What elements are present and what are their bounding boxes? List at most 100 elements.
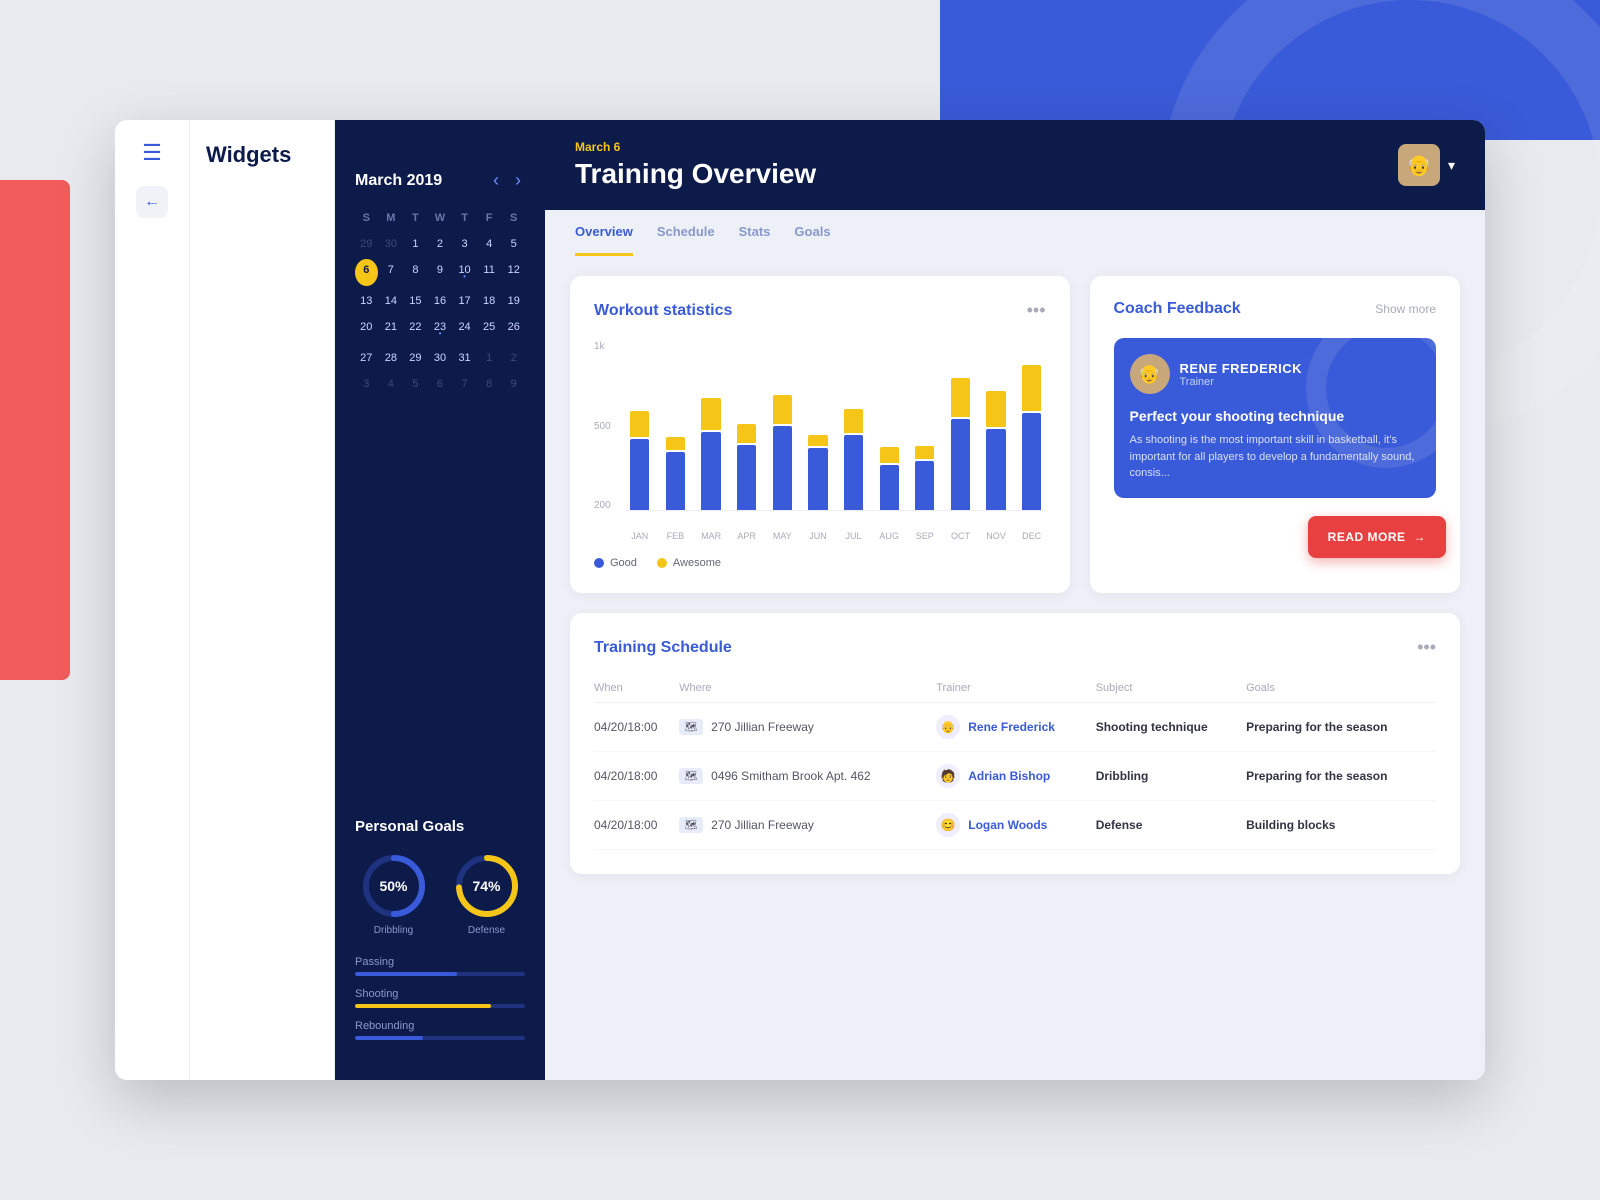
cal-cell[interactable]: 20 xyxy=(355,316,378,343)
cal-cell[interactable]: 7 xyxy=(453,373,476,395)
cal-cell[interactable]: 22 xyxy=(404,316,427,343)
cal-cell[interactable]: 7 xyxy=(380,259,403,286)
cal-cell[interactable]: 2 xyxy=(429,233,452,255)
where-text: 270 Jillian Freeway xyxy=(711,720,814,734)
cal-cell[interactable]: 27 xyxy=(355,347,378,369)
schedule-where: 🗺 270 Jillian Freeway xyxy=(679,703,936,752)
col-subject: Subject xyxy=(1096,674,1246,703)
cal-day-F: F xyxy=(478,207,501,229)
cal-cell[interactable]: 8 xyxy=(478,373,501,395)
cal-cell[interactable]: 13 xyxy=(355,290,378,312)
calendar-day-headers: S M T W T F S xyxy=(355,207,525,229)
cal-cell[interactable]: 26 xyxy=(502,316,525,343)
schedule-dots-menu[interactable]: ••• xyxy=(1417,637,1436,658)
col-trainer: Trainer xyxy=(936,674,1095,703)
cal-cell[interactable]: 1 xyxy=(404,233,427,255)
schedule-where: 🗺 0496 Smitham Brook Apt. 462 xyxy=(679,752,936,801)
chart-x-label: NOV xyxy=(982,531,1010,541)
coach-show-more[interactable]: Show more xyxy=(1375,302,1436,316)
workout-dots-menu[interactable]: ••• xyxy=(1027,300,1046,321)
legend-awesome-dot xyxy=(657,558,667,568)
legend-awesome-label: Awesome xyxy=(673,557,721,569)
cal-cell[interactable]: 1 xyxy=(478,347,501,369)
cal-cell[interactable]: 17 xyxy=(453,290,476,312)
schedule-row: 04/20/18:00 🗺 270 Jillian Freeway 👴 Rene… xyxy=(594,703,1436,752)
cal-cell[interactable]: 25 xyxy=(478,316,501,343)
cal-day-S1: S xyxy=(355,207,378,229)
chart-x-label: JUL xyxy=(840,531,868,541)
sidebar: March 2019 ‹ › S M T W T F S xyxy=(335,120,545,1080)
cal-cell[interactable]: 31 xyxy=(453,347,476,369)
defense-pct: 74% xyxy=(472,878,500,894)
rebounding-label: Rebounding xyxy=(355,1020,525,1032)
cal-cell[interactable]: 30 xyxy=(380,233,403,255)
cal-cell[interactable]: 24 xyxy=(453,316,476,343)
cal-cell[interactable]: 9 xyxy=(502,373,525,395)
trainer-name[interactable]: Rene Frederick xyxy=(968,720,1055,734)
cal-cell[interactable]: 5 xyxy=(404,373,427,395)
bar-awesome xyxy=(773,395,792,424)
cal-cell[interactable]: 5 xyxy=(502,233,525,255)
bar-good xyxy=(986,429,1005,510)
bar-good xyxy=(773,426,792,511)
schedule-row: 04/20/18:00 🗺 0496 Smitham Brook Apt. 46… xyxy=(594,752,1436,801)
defense-circle-text: 74% xyxy=(472,878,500,894)
cal-cell[interactable]: 19 xyxy=(502,290,525,312)
schedule-trainer: 🧑 Adrian Bishop xyxy=(936,752,1095,801)
cal-cell[interactable]: 16 xyxy=(429,290,452,312)
schedule-subject: Defense xyxy=(1096,801,1246,850)
chart-x-label: APR xyxy=(733,531,761,541)
cal-cell[interactable]: 30 xyxy=(429,347,452,369)
cal-cell[interactable]: 28 xyxy=(380,347,403,369)
tab-schedule[interactable]: Schedule xyxy=(657,210,715,256)
cal-cell[interactable]: 21 xyxy=(380,316,403,343)
cal-cell[interactable]: 14 xyxy=(380,290,403,312)
coach-feedback-inner: 👴 RENE FREDERICK Trainer Perfect your sh… xyxy=(1114,338,1437,498)
cal-cell[interactable]: 3 xyxy=(453,233,476,255)
back-button[interactable]: ← xyxy=(136,186,168,218)
cal-cell[interactable]: 10 xyxy=(453,259,476,286)
goal-defense: 74% Defense xyxy=(448,851,525,936)
header-date: March 6 xyxy=(575,140,816,154)
user-avatar[interactable]: 👴 xyxy=(1398,144,1440,186)
cal-cell[interactable]: 8 xyxy=(404,259,427,286)
bar-good xyxy=(1022,413,1041,511)
cal-cell[interactable]: 12 xyxy=(502,259,525,286)
cal-cell[interactable]: 18 xyxy=(478,290,501,312)
chart-bar-group xyxy=(911,341,939,510)
tab-overview[interactable]: Overview xyxy=(575,210,633,256)
calendar-next[interactable]: › xyxy=(511,170,525,191)
cal-cell[interactable]: 29 xyxy=(355,233,378,255)
calendar-week-1: 29 30 1 2 3 4 5 xyxy=(355,233,525,255)
cal-cell[interactable]: 29 xyxy=(404,347,427,369)
menu-icon[interactable]: ☰ xyxy=(142,140,162,166)
header-left: March 6 Training Overview xyxy=(575,140,816,190)
bar-good xyxy=(808,448,827,510)
trainer-name[interactable]: Adrian Bishop xyxy=(968,769,1050,783)
trainer-name[interactable]: Logan Woods xyxy=(968,818,1047,832)
calendar-prev[interactable]: ‹ xyxy=(489,170,503,191)
cal-cell[interactable]: 11 xyxy=(478,259,501,286)
cal-cell[interactable]: 6 xyxy=(429,373,452,395)
schedule-when: 04/20/18:00 xyxy=(594,801,679,850)
cal-cell[interactable]: 4 xyxy=(380,373,403,395)
coach-name: RENE FREDERICK xyxy=(1180,361,1303,376)
cal-cell[interactable]: 15 xyxy=(404,290,427,312)
tab-stats[interactable]: Stats xyxy=(739,210,771,256)
coach-card-header: Coach Feedback Show more xyxy=(1114,300,1437,318)
cal-cell[interactable]: 3 xyxy=(355,373,378,395)
col-when: When xyxy=(594,674,679,703)
passing-label: Passing xyxy=(355,956,525,968)
cal-cell[interactable]: 9 xyxy=(429,259,452,286)
bar-awesome xyxy=(808,435,827,445)
cal-cell[interactable]: 4 xyxy=(478,233,501,255)
legend-good-dot xyxy=(594,558,604,568)
cal-cell-active[interactable]: 6 xyxy=(355,259,378,286)
avatar-chevron-icon[interactable]: ▾ xyxy=(1448,157,1455,174)
cal-cell[interactable]: 23 xyxy=(429,316,452,343)
cal-cell[interactable]: 2 xyxy=(502,347,525,369)
content-area: Workout statistics ••• 1k 500 200 xyxy=(545,256,1485,1080)
chart-x-label: AUG xyxy=(875,531,903,541)
read-more-button[interactable]: READ MORE → xyxy=(1308,516,1446,558)
tab-goals[interactable]: Goals xyxy=(794,210,830,256)
